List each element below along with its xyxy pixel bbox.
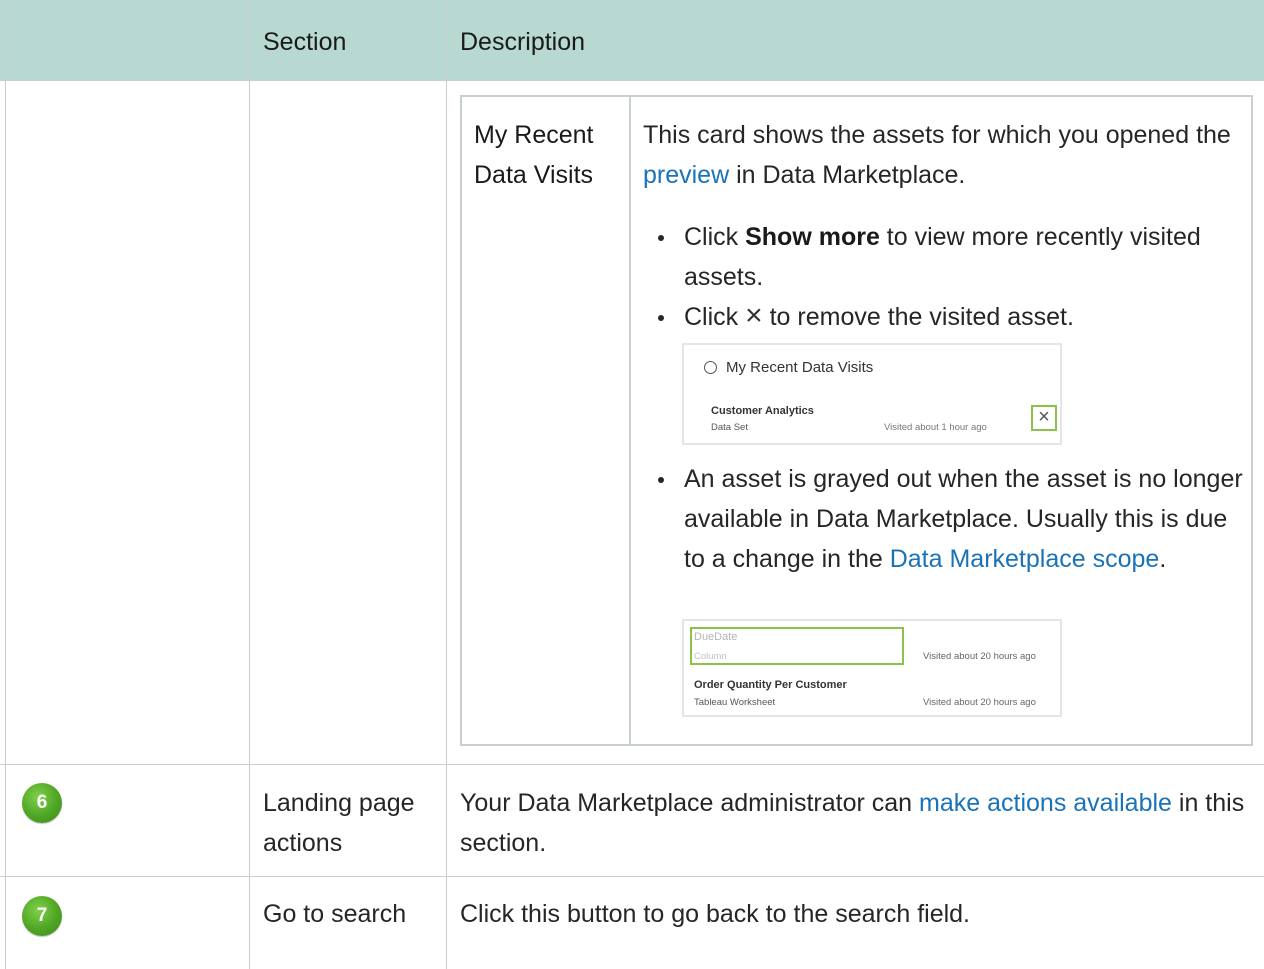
- asset2-visited: Visited about 20 hours ago: [923, 697, 1036, 708]
- remove-visit-icon: ×: [1031, 405, 1057, 431]
- column-divider-2: [446, 0, 447, 969]
- recent-visits-label: My Recent Data Visits: [474, 115, 593, 195]
- grayed-asset-visited: Visited about 20 hours ago: [923, 651, 1036, 662]
- recent-visits-label-line2: Data Visits: [474, 161, 594, 189]
- row-divider-5: [0, 764, 1264, 765]
- grayed-asset-name: DueDate: [694, 631, 738, 643]
- recent-visits-bullets: Click Show more to view more recently vi…: [643, 217, 1243, 337]
- bullet2-post: to remove the visited asset.: [769, 303, 1074, 331]
- visited-time: Visited about 1 hour ago: [884, 422, 987, 433]
- recent-visits-card-screenshot: My Recent Data Visits Customer Analytics…: [682, 343, 1062, 445]
- history-icon: [704, 361, 717, 374]
- row-divider-6: [0, 876, 1264, 877]
- desc-text: This card shows the assets for which you…: [643, 121, 1231, 149]
- asset2-name: Order Quantity Per Customer: [694, 679, 847, 691]
- header-description: Description: [460, 28, 586, 56]
- desc-landing-page-actions: Your Data Marketplace administrator can …: [460, 783, 1260, 863]
- table-header: Section Description: [0, 0, 1264, 80]
- header-section: Section: [263, 28, 347, 56]
- column-divider-1: [249, 0, 250, 969]
- recent-visits-description: This card shows the assets for which you…: [643, 115, 1243, 195]
- asset-name: Customer Analytics: [711, 405, 814, 417]
- asset-type: Data Set: [711, 422, 748, 433]
- row-divider-header: [0, 80, 1264, 81]
- recent-visits-bullets-2: An asset is grayed out when the asset is…: [643, 459, 1243, 579]
- sections-table: Section Description My Recent Data Visit…: [0, 0, 1264, 969]
- show-more-label: Show more: [745, 223, 880, 251]
- bullet1-pre: Click: [684, 223, 746, 251]
- recent-visits-label-line1: My Recent: [474, 121, 594, 149]
- asset2-type: Tableau Worksheet: [694, 697, 776, 708]
- callout-badge-6: 6: [22, 783, 62, 823]
- grayed-asset-type: Column: [694, 651, 727, 662]
- recent-visits-inner-table: My Recent Data Visits This card shows th…: [460, 95, 1253, 746]
- inner-column-divider: [629, 97, 631, 744]
- section-line1: Landing page: [263, 789, 415, 817]
- preview-link[interactable]: preview: [643, 161, 729, 189]
- section-landing-page-actions: Landing page actions: [263, 783, 415, 863]
- bullet-show-more: Click Show more to view more recently vi…: [643, 217, 1243, 297]
- table-border-left: [5, 0, 6, 969]
- bullet-grayed-out: An asset is grayed out when the asset is…: [643, 459, 1243, 579]
- grayed-asset-screenshot: DueDate Column Visited about 20 hours ag…: [682, 619, 1062, 717]
- close-icon: ×: [745, 299, 763, 332]
- card-title: My Recent Data Visits: [726, 359, 874, 376]
- scope-link[interactable]: Data Marketplace scope: [890, 545, 1160, 573]
- callout-badge-7: 7: [22, 896, 62, 936]
- bullet2-pre: Click: [684, 303, 746, 331]
- bullet-remove: Click × to remove the visited asset.: [643, 297, 1243, 337]
- desc-text-end: in Data Marketplace.: [729, 161, 966, 189]
- desc-go-to-search: Click this button to go back to the sear…: [460, 900, 970, 928]
- section-go-to-search: Go to search: [263, 900, 407, 928]
- make-actions-available-link[interactable]: make actions available: [919, 789, 1172, 817]
- desc6-part1: Your Data Marketplace administrator can: [460, 789, 920, 817]
- bullet3-end: .: [1159, 545, 1167, 573]
- section-line2: actions: [263, 829, 343, 857]
